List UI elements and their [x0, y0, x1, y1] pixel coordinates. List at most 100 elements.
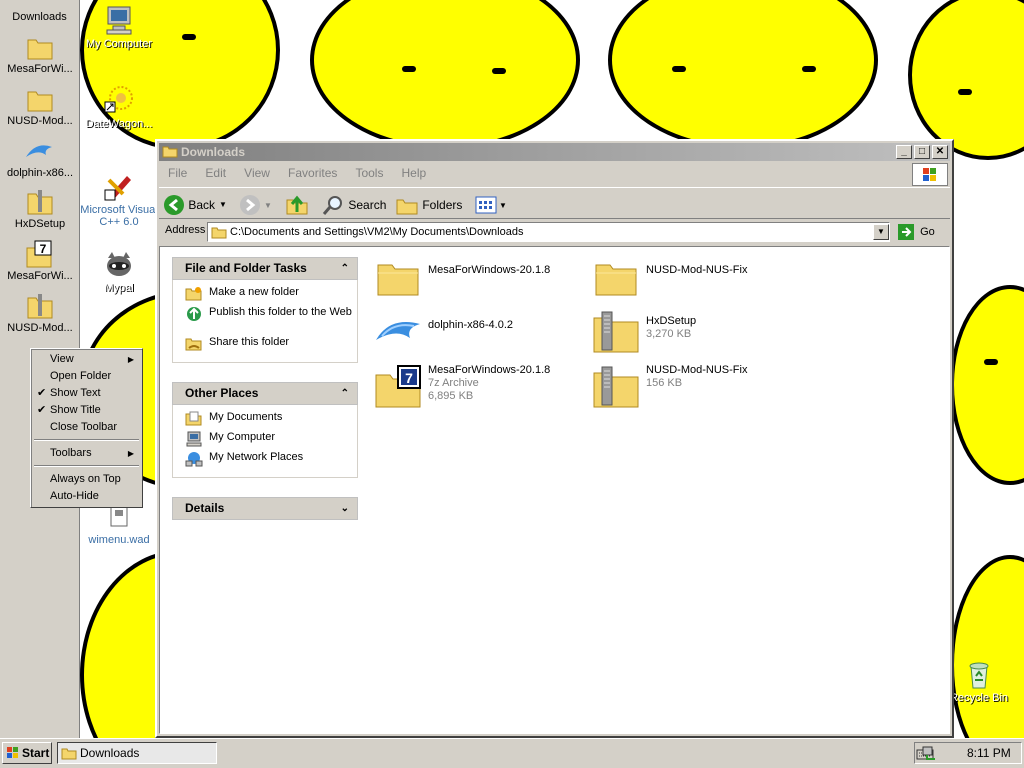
expand-chevron-icon[interactable]: ⌄: [341, 498, 349, 519]
collapse-chevron-icon[interactable]: ⌃: [341, 383, 349, 404]
taskbar-window-downloads[interactable]: Downloads: [57, 742, 217, 764]
desktop-icon-my-computer[interactable]: My Computer: [74, 4, 164, 50]
dropdown-arrow-icon: ▼: [219, 199, 227, 209]
wallpaper-smiley: [950, 285, 1024, 485]
taskbar: Start Downloads 8:11 PM: [0, 738, 1024, 768]
system-tray: 8:11 PM: [914, 742, 1022, 764]
svg-text:7: 7: [405, 370, 413, 386]
toolbar-item-mesa-folder[interactable]: MesaForWi...: [0, 35, 80, 75]
menu-item-close-toolbar[interactable]: Close Toolbar: [33, 419, 140, 436]
menu-edit[interactable]: Edit: [205, 166, 226, 180]
toolbar-item-nusd-folder[interactable]: NUSD-Mod...: [0, 87, 80, 127]
views-button[interactable]: ▼: [475, 192, 511, 216]
address-bar: Address C:\Documents and Settings\VM2\My…: [159, 220, 950, 244]
search-icon: [322, 195, 342, 215]
folder-icon: [595, 264, 637, 296]
details-header[interactable]: Details ⌄: [172, 497, 358, 520]
up-folder-button[interactable]: [285, 192, 311, 216]
zip-icon: [593, 311, 639, 353]
file-item[interactable]: dolphin-x86-4.0.2: [374, 310, 584, 358]
task-publish-web[interactable]: Publish this folder to the Web: [185, 306, 357, 336]
toolbar-item-dolphin[interactable]: dolphin-x86...: [0, 139, 80, 179]
forward-arrow-icon: [240, 194, 260, 215]
menu-tools[interactable]: Tools: [355, 166, 383, 180]
folder-icon: [27, 91, 53, 112]
file-folder-tasks-header[interactable]: File and Folder Tasks ⌃: [172, 257, 358, 280]
file-item[interactable]: 7 MesaForWindows-20.1.8 7z Archive 6,895…: [374, 364, 584, 413]
task-make-new-folder[interactable]: Make a new folder: [185, 286, 357, 306]
details-pane: Details ⌄: [172, 497, 358, 520]
menu-separator: [34, 465, 139, 467]
menu-help[interactable]: Help: [402, 166, 427, 180]
dolphin-icon: [26, 145, 52, 157]
address-label: Address: [165, 224, 206, 236]
go-button[interactable]: Go: [897, 222, 945, 242]
wallpaper-smiley: [608, 0, 878, 150]
search-button[interactable]: Search: [321, 192, 389, 216]
desktop-icon-datewagon[interactable]: DateWagon...: [74, 84, 164, 130]
file-item[interactable]: HxDSetup 3,270 KB: [592, 310, 802, 358]
7z-icon: 7: [26, 240, 52, 268]
clock[interactable]: 8:11 PM: [967, 743, 1011, 763]
start-button[interactable]: Start: [2, 742, 52, 764]
collapse-chevron-icon[interactable]: ⌃: [341, 258, 349, 279]
forward-button[interactable]: ▼: [239, 192, 279, 216]
toolbar-item-nusd-zip[interactable]: NUSD-Mod...: [0, 292, 80, 334]
menu-favorites[interactable]: Favorites: [288, 166, 337, 180]
file-folder-tasks-pane: File and Folder Tasks ⌃ Make a new folder…: [172, 257, 358, 363]
checkmark-icon: ✔: [37, 404, 47, 416]
new-folder-icon: [185, 287, 202, 301]
checkmark-icon: ✔: [37, 387, 47, 399]
place-my-computer[interactable]: My Computer: [185, 431, 357, 451]
minimize-button[interactable]: _: [896, 145, 912, 159]
desktop-icon-visual-cpp[interactable]: Microsoft Visual C++ 6.0: [74, 170, 164, 228]
publish-web-icon: [187, 307, 201, 321]
menu-item-show-title[interactable]: ✔ Show Title: [33, 402, 140, 419]
close-button[interactable]: ✕: [932, 145, 948, 159]
folder-icon: [61, 748, 77, 760]
menu-item-toolbars[interactable]: Toolbars ▶: [33, 445, 140, 462]
share-folder-icon: [185, 338, 202, 351]
other-places-body: My Documents My Computer My Network Plac…: [172, 405, 358, 478]
menu-view[interactable]: View: [244, 166, 270, 180]
zip-icon: [27, 190, 53, 215]
back-button[interactable]: Back ▼: [163, 192, 233, 216]
address-dropdown-button[interactable]: ▼: [873, 224, 889, 240]
7z-icon: 7: [375, 365, 421, 408]
place-my-network[interactable]: My Network Places: [185, 451, 357, 471]
dropdown-arrow-icon: ▼: [264, 201, 272, 210]
menu-item-open-folder[interactable]: Open Folder: [33, 368, 140, 385]
desktop-icon-mypal[interactable]: Mypal: [74, 248, 164, 294]
dolphin-icon: [376, 322, 420, 340]
menu-item-show-text[interactable]: ✔ Show Text: [33, 385, 140, 402]
folders-icon: [396, 199, 418, 215]
address-input[interactable]: C:\Documents and Settings\VM2\My Documen…: [207, 222, 890, 242]
maximize-button[interactable]: □: [914, 145, 930, 159]
window-title: Downloads: [181, 145, 246, 159]
submenu-arrow-icon: ▶: [127, 449, 134, 458]
task-share-folder[interactable]: Share this folder: [185, 336, 357, 356]
menu-item-view[interactable]: View ▶: [33, 351, 140, 368]
place-my-documents[interactable]: My Documents: [185, 411, 357, 431]
menu-file[interactable]: File: [168, 166, 187, 180]
window-titlebar[interactable]: Downloads _ □ ✕: [159, 143, 950, 161]
windows-logo-icon: [7, 747, 18, 758]
file-item[interactable]: NUSD-Mod-NUS-Fix: [592, 255, 802, 303]
menu-item-auto-hide[interactable]: Auto-Hide: [33, 488, 140, 505]
toolbar-item-hxdsetup[interactable]: HxDSetup: [0, 188, 80, 230]
file-item[interactable]: MesaForWindows-20.1.8: [374, 255, 584, 303]
shortcut-icon: [104, 176, 131, 201]
toolbar-item-mesa-7z[interactable]: 7 MesaForWi...: [0, 240, 80, 282]
toolbar-title: Downloads: [12, 11, 67, 23]
folder-content-area: File and Folder Tasks ⌃ Make a new folder…: [159, 246, 950, 734]
other-places-header[interactable]: Other Places ⌃: [172, 382, 358, 405]
folders-button[interactable]: Folders: [395, 192, 465, 216]
network-tray-icon[interactable]: [921, 745, 937, 761]
file-folder-tasks-body: Make a new folder Publish this folder to…: [172, 280, 358, 363]
my-computer-icon: [106, 6, 132, 35]
my-documents-icon: [185, 411, 202, 426]
file-item[interactable]: NUSD-Mod-NUS-Fix 156 KB: [592, 364, 802, 413]
svg-text:7: 7: [40, 242, 47, 256]
views-icon: [475, 196, 497, 214]
menu-item-always-on-top[interactable]: Always on Top: [33, 471, 140, 488]
